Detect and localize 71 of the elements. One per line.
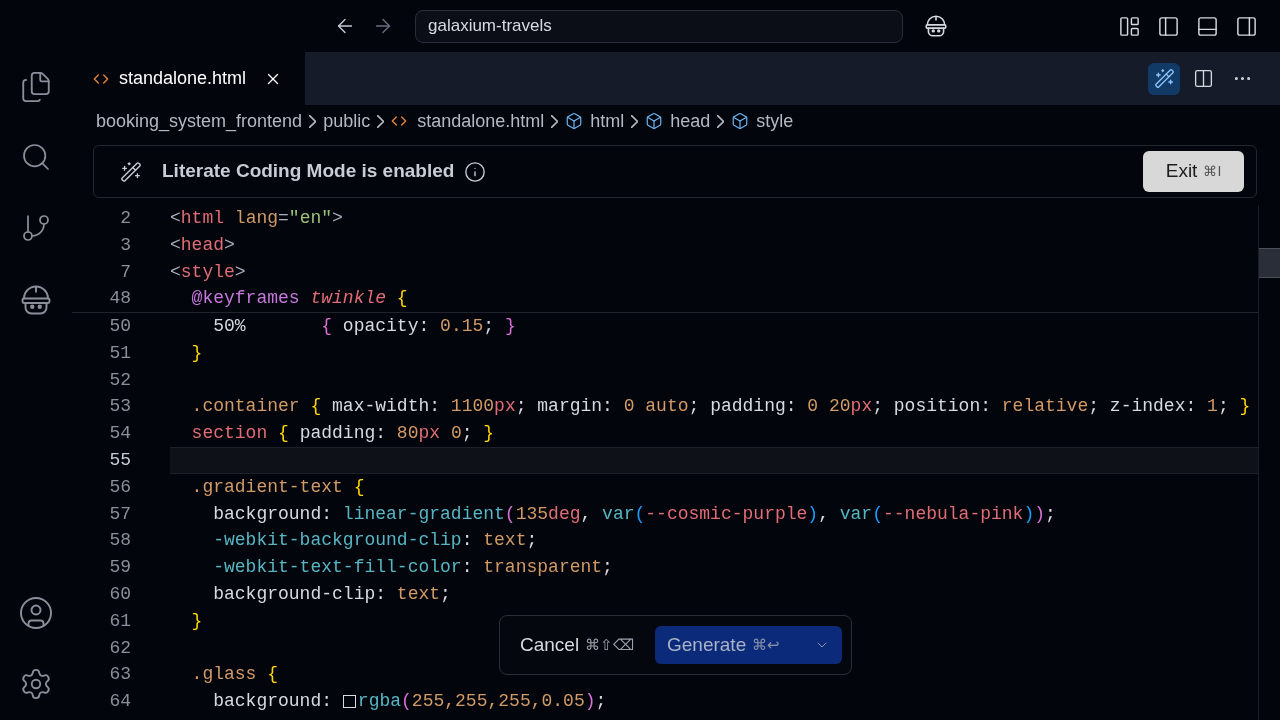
panel-bottom-icon[interactable] xyxy=(1196,14,1219,38)
magic-wand-icon xyxy=(120,160,142,183)
code-line: @keyframes twinkle { xyxy=(190,287,409,311)
robot-helmet-icon[interactable] xyxy=(923,13,949,39)
line-number: 58 xyxy=(108,529,131,553)
cancel-button[interactable]: Cancel ⌘⇧⌫ xyxy=(520,630,635,660)
code-line: <head> xyxy=(170,233,236,257)
line-number: 7 xyxy=(119,260,131,284)
line-number: 64 xyxy=(108,690,131,714)
search-icon[interactable] xyxy=(20,141,52,173)
chevron-right-icon xyxy=(377,114,385,128)
code-line: background: rgba(255,255,255,0.05); xyxy=(212,690,608,714)
chevron-right-icon xyxy=(717,114,725,128)
code-line: background-clip: text; xyxy=(212,583,452,607)
layout-icon[interactable] xyxy=(1118,14,1141,38)
line-number: 3 xyxy=(119,233,131,257)
breadcrumb-item[interactable]: booking_system_frontend xyxy=(96,107,303,135)
code-file-icon xyxy=(391,113,408,129)
code-line: <style> xyxy=(170,260,247,284)
breadcrumb-item[interactable]: html xyxy=(590,107,625,135)
cube-icon xyxy=(645,112,664,130)
banner-message: Literate Coding Mode is enabled xyxy=(162,159,455,184)
line-number: 2 xyxy=(119,206,131,230)
editor-tab[interactable]: standalone.html xyxy=(72,52,305,105)
code-line: 50% { opacity: 0.15; } xyxy=(212,315,517,339)
code-line: background: linear-gradient(135deg, var(--cosmic-purple), var(--nebula-pink)); xyxy=(212,502,1057,526)
line-number: 53 xyxy=(108,395,131,419)
settings-icon[interactable] xyxy=(19,667,53,701)
files-icon[interactable] xyxy=(19,70,53,104)
panel-left-icon[interactable] xyxy=(1157,14,1180,38)
code-line: } xyxy=(190,341,204,365)
color-swatch-icon xyxy=(342,695,356,709)
line-number: 60 xyxy=(108,583,131,607)
code-line: .container { max-width: 1100px; margin: 0 auto; padding: 0 20px; position: relative; z-index: 1; } xyxy=(190,395,1252,419)
code-line: -webkit-background-clip: text; xyxy=(212,529,539,553)
breadcrumb-item[interactable]: head xyxy=(670,107,711,135)
account-icon[interactable] xyxy=(18,595,54,631)
line-number: 62 xyxy=(108,636,131,660)
breadcrumb-item[interactable]: public xyxy=(323,107,371,135)
cube-icon xyxy=(731,112,750,130)
chevron-right-icon xyxy=(631,114,639,128)
scrollbar-thumb[interactable] xyxy=(1259,248,1280,278)
line-number: 61 xyxy=(108,609,131,633)
line-number: 59 xyxy=(108,556,131,580)
line-number: 57 xyxy=(108,502,131,526)
line-number: 63 xyxy=(108,663,131,687)
magic-wand-icon[interactable] xyxy=(1148,62,1180,95)
cube-icon xyxy=(565,112,584,130)
code-line: section { padding: 80px 0; } xyxy=(190,422,496,446)
line-number: 51 xyxy=(108,341,131,365)
code-line: } xyxy=(190,609,204,633)
branch-icon[interactable] xyxy=(20,212,52,244)
panel-right-icon[interactable] xyxy=(1235,14,1258,38)
line-number: 55 xyxy=(108,449,131,473)
breadcrumb-item[interactable]: standalone.html xyxy=(417,107,545,135)
generate-button[interactable]: Generate ⌘↩ xyxy=(655,626,842,664)
search-field[interactable]: galaxium-travels xyxy=(415,9,903,43)
line-number: 50 xyxy=(108,315,131,339)
code-line: -webkit-text-fill-color: transparent; xyxy=(212,556,614,580)
chevron-right-icon xyxy=(309,114,317,128)
line-number: 52 xyxy=(108,368,131,392)
line-number: 56 xyxy=(108,475,131,499)
exit-button[interactable]: Exit ⌘I xyxy=(1143,151,1244,192)
code-line: .glass { xyxy=(190,663,280,687)
code-line: .gradient-text { xyxy=(190,475,366,499)
chevron-right-icon xyxy=(551,114,559,128)
line-number: 54 xyxy=(108,422,131,446)
code-line: <html lang="en"> xyxy=(170,206,344,230)
breadcrumb-item[interactable]: style xyxy=(756,107,794,135)
info-icon[interactable] xyxy=(464,160,487,183)
line-number: 48 xyxy=(108,287,131,311)
